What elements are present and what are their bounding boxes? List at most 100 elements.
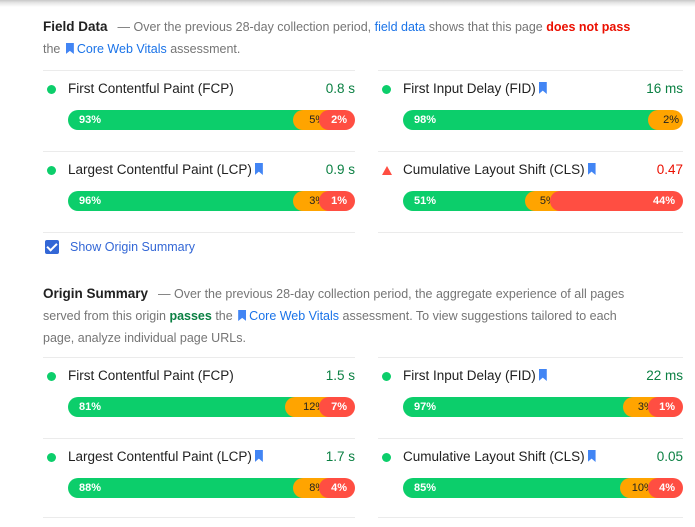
metric-header: Largest Contentful Paint (LCP) 1.7 s [43, 447, 355, 467]
field-data-header: Field Data — Over the previous 28-day col… [43, 16, 683, 60]
bookmark-icon[interactable] [538, 369, 547, 381]
metric-name-text: Cumulative Layout Shift (CLS) [403, 162, 585, 177]
fast-segment: 85% [403, 478, 630, 498]
metric-header: First Contentful Paint (FCP) 0.8 s [43, 79, 355, 99]
metric-name: First Input Delay (FID) [403, 366, 550, 386]
good-circle-icon [47, 372, 56, 381]
good-circle-icon [47, 166, 56, 175]
divider [378, 517, 683, 518]
good-circle-icon [47, 85, 56, 94]
origin-summary-header: Origin Summary — Over the previous 28-day… [43, 283, 683, 349]
distribution-bar: 81% 12% 7% [68, 397, 355, 417]
field-data-title: Field Data [43, 19, 108, 34]
metric-name: First Contentful Paint (FCP) [68, 366, 234, 386]
field-data-link[interactable]: field data [375, 20, 426, 34]
fast-segment: 96% [68, 191, 304, 211]
slow-segment: 1% [319, 191, 355, 211]
origin-summary-desc-line3: page, analyze individual page URLs. [43, 331, 246, 345]
metric-value: 1.7 s [325, 449, 355, 464]
origin-summary-title: Origin Summary [43, 286, 149, 301]
distribution-bar: 98% 2% [403, 110, 683, 130]
origin-summary-verdict: passes [169, 309, 212, 323]
metric-fcp: First Contentful Paint (FCP) 0.8 s 93% 5% 2% [43, 70, 355, 151]
metric-value: 0.8 s [325, 81, 355, 96]
bookmark-icon [238, 310, 247, 321]
average-segment: 2% [647, 110, 683, 130]
good-circle-icon [47, 453, 56, 462]
fast-segment: 51% [403, 191, 535, 211]
field-data-desc-suffix: assessment. [166, 42, 241, 56]
slow-segment: 7% [319, 397, 355, 417]
metric-name-text: Largest Contentful Paint (LCP) [68, 162, 252, 177]
bookmark-icon[interactable] [587, 450, 596, 462]
metric-value: 0.9 s [325, 162, 355, 177]
good-circle-icon [382, 85, 391, 94]
slow-segment: 1% [647, 397, 683, 417]
metric-name-text: First Contentful Paint (FCP) [68, 368, 234, 383]
field-data-verdict: does not pass [546, 20, 631, 34]
field-data-desc: — Over the previous 28-day collection pe… [117, 20, 375, 34]
core-web-vitals-link[interactable]: Core Web Vitals [77, 42, 167, 56]
metric-name: Cumulative Layout Shift (CLS) [403, 447, 599, 467]
metric-name: Largest Contentful Paint (LCP) [68, 447, 266, 467]
metric-name-text: Largest Contentful Paint (LCP) [68, 449, 252, 464]
fast-segment: 93% [68, 110, 304, 130]
fast-segment: 88% [68, 478, 304, 498]
distribution-bar: 85% 10% 4% [403, 478, 683, 498]
metric-value: 0.05 [656, 449, 683, 464]
metric-name-text: First Input Delay (FID) [403, 368, 536, 383]
metric-cls: Cumulative Layout Shift (CLS) 0.05 85% 10% 4… [378, 438, 683, 519]
origin-summary-desc-line2: served from this origin [43, 309, 170, 323]
divider [378, 232, 683, 233]
divider [43, 232, 355, 233]
bookmark-icon [65, 43, 74, 54]
slow-segment: 4% [647, 478, 683, 498]
metric-value: 16 ms [646, 81, 683, 96]
metric-name-text: First Contentful Paint (FCP) [68, 81, 234, 96]
origin-summary-desc-suffix: assessment. To view suggestions tailored… [339, 309, 617, 323]
distribution-bar: 93% 5% 2% [68, 110, 355, 130]
fast-segment: 98% [403, 110, 658, 130]
metric-fcp: First Contentful Paint (FCP) 1.5 s 81% 12% 7… [43, 357, 355, 438]
metric-header: Largest Contentful Paint (LCP) 0.9 s [43, 160, 355, 180]
metric-header: Cumulative Layout Shift (CLS) 0.05 [378, 447, 683, 467]
distribution-bar: 96% 3% 1% [68, 191, 355, 211]
origin-summary-desc-mid: the [211, 309, 237, 323]
show-origin-summary-toggle[interactable]: Show Origin Summary [45, 237, 195, 257]
poor-triangle-icon [382, 166, 392, 175]
metric-name: Largest Contentful Paint (LCP) [68, 160, 266, 180]
origin-summary-desc: — Over the previous 28-day collection pe… [158, 287, 625, 301]
field-data-desc-mid: shows that this page [425, 20, 547, 34]
metric-cls: Cumulative Layout Shift (CLS) 0.47 51% 5% 44… [378, 151, 683, 232]
slow-segment: 4% [319, 478, 355, 498]
metric-header: First Contentful Paint (FCP) 1.5 s [43, 366, 355, 386]
top-shadow [0, 0, 695, 7]
metric-lcp: Largest Contentful Paint (LCP) 0.9 s 96% 3%… [43, 151, 355, 232]
good-circle-icon [382, 453, 391, 462]
good-circle-icon [382, 372, 391, 381]
metric-header: First Input Delay (FID) 22 ms [378, 366, 683, 386]
core-web-vitals-link[interactable]: Core Web Vitals [249, 309, 339, 323]
metric-value: 0.47 [656, 162, 683, 177]
divider [43, 517, 355, 518]
metric-value: 1.5 s [325, 368, 355, 383]
distribution-bar: 51% 5% 44% [403, 191, 683, 211]
bookmark-icon[interactable] [538, 82, 547, 94]
bookmark-icon[interactable] [254, 450, 263, 462]
distribution-bar: 88% 8% 4% [68, 478, 355, 498]
metric-fid: First Input Delay (FID) 22 ms 97% 3% 1% [378, 357, 683, 438]
fast-segment: 81% [68, 397, 295, 417]
metric-lcp: Largest Contentful Paint (LCP) 1.7 s 88% 8%… [43, 438, 355, 519]
metric-header: Cumulative Layout Shift (CLS) 0.47 [378, 160, 683, 180]
checkbox-checked-icon[interactable] [45, 240, 59, 254]
metric-name: First Contentful Paint (FCP) [68, 79, 234, 99]
metric-value: 22 ms [646, 368, 683, 383]
metric-name: Cumulative Layout Shift (CLS) [403, 160, 599, 180]
bookmark-icon[interactable] [254, 163, 263, 175]
show-origin-summary-label[interactable]: Show Origin Summary [70, 240, 195, 254]
fast-segment: 97% [403, 397, 633, 417]
metric-name-text: Cumulative Layout Shift (CLS) [403, 449, 585, 464]
metric-header: First Input Delay (FID) 16 ms [378, 79, 683, 99]
field-data-desc-line2: the [43, 42, 64, 56]
bookmark-icon[interactable] [587, 163, 596, 175]
